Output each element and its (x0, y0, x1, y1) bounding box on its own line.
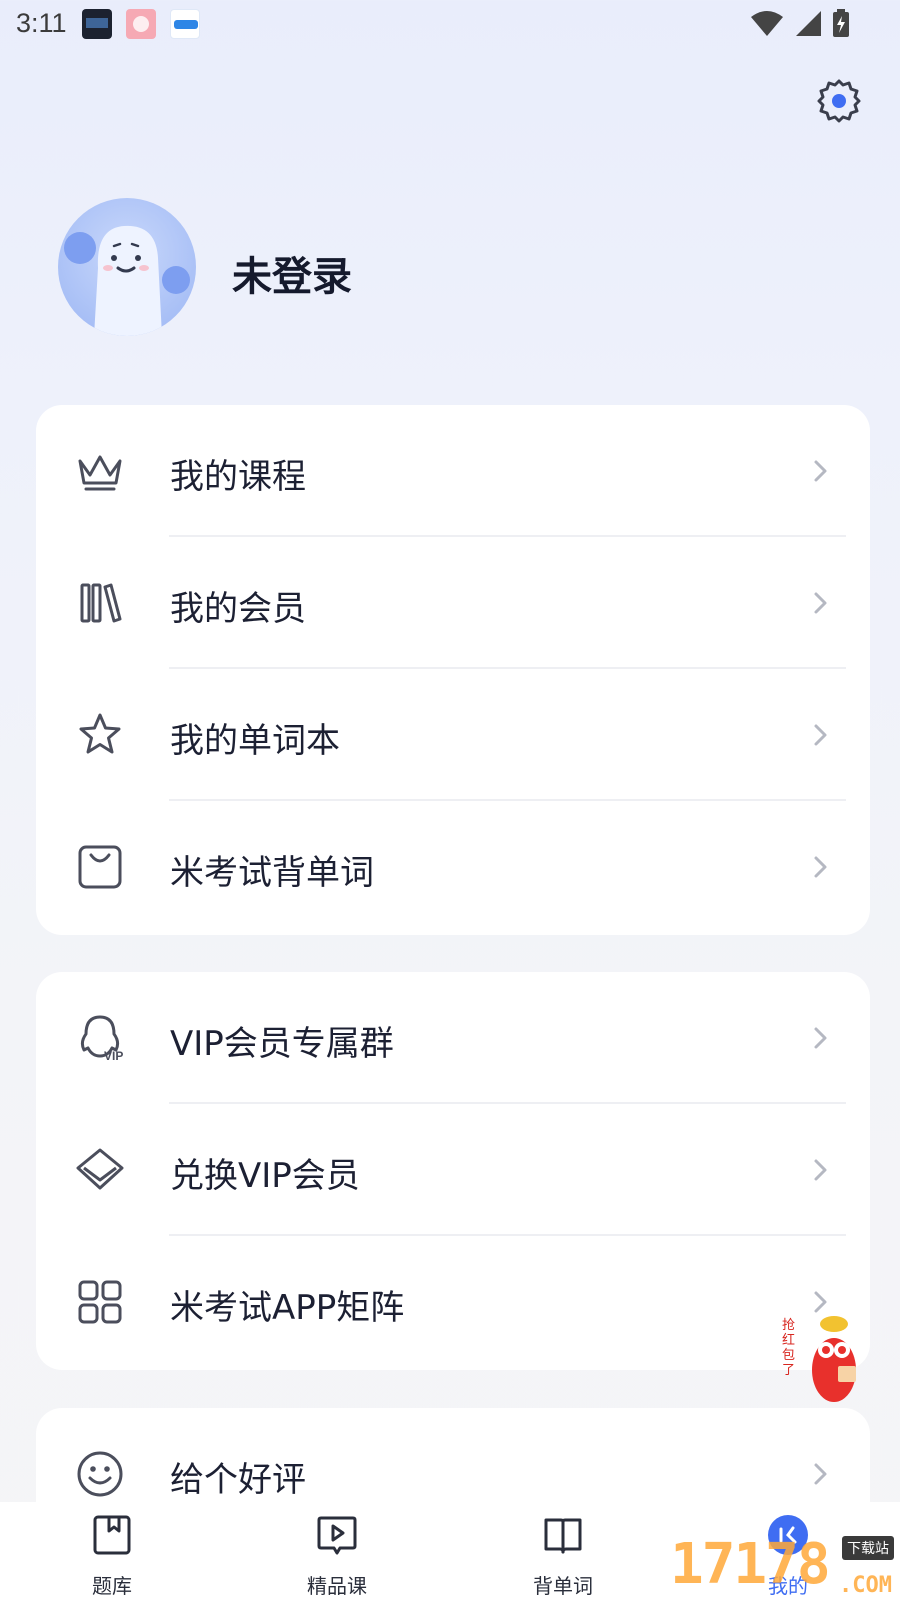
nav-label: 题库 (92, 1574, 132, 1598)
menu-item-label: VIP会员专属群 (170, 1024, 394, 1064)
menu-item-redeem-vip[interactable]: 兑换VIP会员 (36, 1104, 870, 1236)
battery-icon (833, 9, 849, 37)
smiley-icon (77, 1451, 123, 1497)
status-bar: 3:11 (0, 0, 900, 50)
chevron-right-icon (814, 1027, 827, 1049)
chevron-right-icon (814, 1463, 827, 1485)
bag-icon (78, 845, 122, 889)
notification-clock-app-icon (82, 9, 112, 39)
notification-pink-app-icon (126, 9, 156, 39)
wifi-icon (751, 11, 783, 36)
diamond-icon (76, 1148, 124, 1190)
nav-tab-question-bank[interactable]: 题库 (52, 1510, 172, 1600)
play-icon (317, 1516, 357, 1555)
system-icons (750, 8, 850, 38)
watermark-digits: 17178 (670, 1532, 831, 1597)
menu-item-my-membership[interactable]: 我的会员 (36, 537, 870, 669)
username-login-prompt[interactable]: 未登录 (232, 244, 352, 302)
watermark-tag: 下载站 (842, 1536, 894, 1560)
menu-item-vip-group[interactable]: VIP VIP会员专属群 (36, 972, 870, 1104)
chevron-right-icon (814, 1159, 827, 1181)
nav-tab-vocabulary[interactable]: 背单词 (503, 1510, 623, 1600)
mascot-avatar-icon (64, 225, 190, 336)
status-time: 3:11 (16, 8, 67, 38)
nav-tab-premium-courses[interactable]: 精品课 (277, 1510, 397, 1600)
menu-item-label: 米考试APP矩阵 (170, 1288, 405, 1328)
chevron-right-icon (814, 856, 827, 878)
red-packet-label: 抢红包了 (782, 1318, 796, 1378)
notification-blue-app-icon (170, 9, 200, 39)
menu-item-label: 我的会员 (170, 589, 306, 629)
star-icon (79, 713, 121, 754)
chevron-right-icon (814, 460, 827, 482)
crown-icon (78, 455, 122, 491)
grid-icon (78, 1280, 122, 1324)
menu-item-label: 我的课程 (170, 457, 306, 497)
gear-icon (817, 79, 861, 123)
menu-item-my-courses[interactable]: 我的课程 (36, 405, 870, 537)
nav-label: 背单词 (533, 1574, 593, 1598)
chevron-right-icon (814, 592, 827, 614)
cell-signal-icon (796, 11, 821, 36)
bookmark-book-icon (93, 1515, 131, 1555)
menu-item-label: 给个好评 (170, 1460, 306, 1500)
menu-item-vocab-app[interactable]: 米考试背单词 (36, 801, 870, 933)
books-icon (80, 583, 122, 623)
menu-item-label: 米考试背单词 (170, 853, 374, 893)
red-packet-floating-button[interactable]: 抢红包了 (782, 1310, 870, 1405)
settings-button[interactable] (816, 78, 862, 124)
menu-item-label: 我的单词本 (170, 721, 340, 761)
menu-card-primary: 我的课程 我的会员 我的单词本 米考试背单词 (36, 405, 870, 935)
menu-item-my-wordbook[interactable]: 我的单词本 (36, 669, 870, 801)
vip-group-icon: VIP (80, 1015, 123, 1063)
menu-item-app-matrix[interactable]: 米考试APP矩阵 (36, 1236, 870, 1368)
svg-text:VIP: VIP (104, 1049, 123, 1063)
menu-card-vip: VIP VIP会员专属群 兑换VIP会员 米考试APP矩阵 (36, 972, 870, 1370)
nav-label: 精品课 (307, 1574, 367, 1598)
chevron-right-icon (814, 724, 827, 746)
avatar[interactable] (58, 198, 196, 336)
menu-item-label: 兑换VIP会员 (170, 1156, 360, 1196)
red-packet-mascot-icon (812, 1316, 856, 1402)
watermark-suffix: .COM (839, 1573, 892, 1598)
site-watermark: 17178 下载站 .COM (670, 1530, 900, 1600)
open-book-icon (544, 1518, 582, 1554)
